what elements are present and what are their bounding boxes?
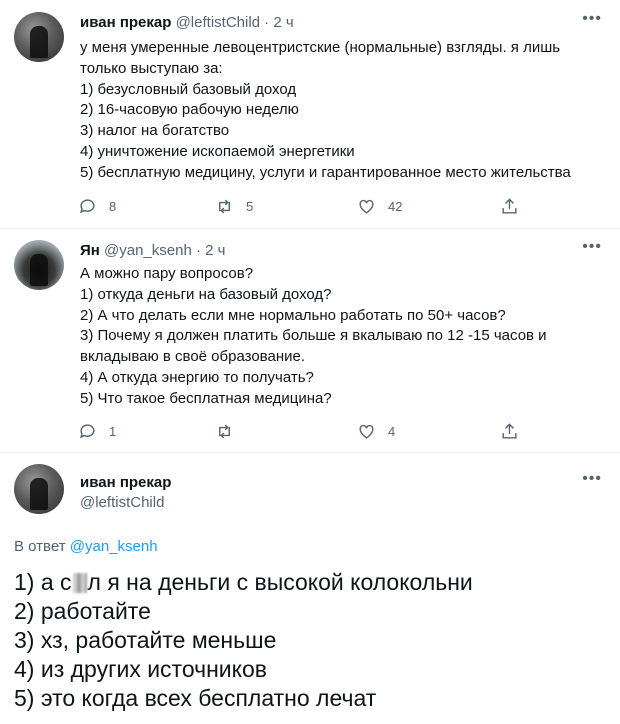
tweet-line: 4) из других источников (14, 656, 267, 682)
tweet-line: 4) уничтожение ископаемой энергетики (80, 142, 355, 160)
author-handle: @leftistChild (80, 494, 165, 511)
reply-count: 1 (109, 424, 117, 439)
tweet-2[interactable]: Ян @yan_ksenh · 2 ч ••• А можно пару воп… (0, 228, 620, 452)
reply-button[interactable]: 1 (78, 422, 116, 441)
tweet-line: 5) бесплатную медицину, услуги и гаранти… (80, 163, 571, 181)
reply-count: 8 (109, 199, 117, 214)
like-count: 42 (388, 199, 403, 214)
tweet-line: 2) 16-часовую рабочую неделю (80, 101, 299, 119)
tweet-line: 2) работайте (14, 598, 151, 624)
tweet-line: 1) а с л я на деньги с высокой колокольни (14, 568, 473, 597)
avatar[interactable] (14, 12, 64, 62)
more-horizontal-icon[interactable]: ••• (582, 238, 602, 256)
share-button[interactable] (500, 197, 531, 216)
like-button[interactable]: 42 (357, 197, 402, 216)
reply-prefix: В ответ (14, 538, 66, 555)
share-icon (502, 198, 517, 214)
tweet-actions: 1 4 (78, 422, 518, 444)
share-button[interactable] (500, 422, 531, 441)
line1-end: л я на деньги с высокой колокольни (87, 569, 473, 595)
author-name[interactable]: Ян (80, 242, 100, 259)
tweet-line: А можно пару вопросов? (80, 265, 254, 282)
tweet-line: 1) безусловный базовый доход (80, 80, 297, 98)
avatar[interactable] (14, 464, 64, 514)
heart-icon (359, 199, 374, 214)
tweet-3-expanded: иван прекар @leftistChild ••• В ответ @y… (0, 452, 620, 724)
line1-start: 1) а с (14, 569, 72, 595)
heart-icon (359, 424, 374, 439)
retweet-icon (219, 424, 230, 439)
reply-bubble-icon (80, 199, 95, 214)
timestamp[interactable]: 2 ч (273, 14, 293, 31)
tweet-header: Ян @yan_ksenh · 2 ч (80, 242, 225, 259)
reply-to-link[interactable]: @yan_ksenh (70, 538, 158, 555)
like-count: 4 (388, 424, 396, 439)
tweet-line: вкладываю в своё образование. (80, 348, 305, 366)
more-horizontal-icon[interactable]: ••• (582, 470, 602, 488)
author-handle[interactable]: @leftistChild (176, 14, 260, 31)
author-handle[interactable]: @yan_ksenh (104, 242, 192, 259)
tweet-line: 3) Почему я должен платить больше я вкал… (80, 327, 547, 345)
author-name[interactable]: иван прекар (80, 14, 171, 31)
tweet-line: 3) налог на богатство (80, 122, 230, 140)
like-button[interactable]: 4 (357, 422, 395, 441)
share-icon (502, 423, 517, 439)
separator-dot: · (264, 14, 270, 31)
more-horizontal-icon[interactable]: ••• (582, 10, 602, 28)
tweet-text: у меня умеренные левоцентристские (норма… (80, 38, 600, 184)
avatar[interactable] (14, 240, 64, 290)
retweet-button[interactable] (215, 422, 246, 441)
tweet-line: 5) это когда всех бесплатно лечат (14, 685, 377, 711)
tweet-line: у меня умеренные левоцентристские (норма… (80, 39, 561, 56)
censor-blur (72, 573, 87, 593)
retweet-icon (219, 199, 230, 214)
tweet-line: 4) А откуда энергию то получать? (80, 368, 314, 386)
retweet-count: 5 (246, 199, 254, 214)
tweet-line: 2) А что делать если мне нормально работ… (80, 306, 506, 324)
tweet-actions: 8 5 42 (78, 197, 518, 219)
tweet-line: 1) откуда деньги на базовый доход? (80, 285, 332, 303)
reply-bubble-icon (80, 424, 95, 439)
tweet-text: 1) а с л я на деньги с высокой колокольни… (14, 568, 473, 713)
timestamp[interactable]: 2 ч (205, 242, 225, 259)
tweet-line: 3) хз, работайте меньше (14, 627, 277, 653)
retweet-button[interactable]: 5 (215, 197, 253, 216)
tweet-header: иван прекар @leftistChild · 2 ч (80, 14, 294, 31)
tweet-text: А можно пару вопросов? 1) откуда деньги … (80, 264, 600, 410)
separator-dot: · (195, 242, 201, 259)
tweet-1[interactable]: иван прекар @leftistChild · 2 ч ••• у ме… (0, 0, 620, 228)
tweet-line: 5) Что такое бесплатная медицина? (80, 389, 332, 407)
reply-context: В ответ @yan_ksenh (14, 538, 158, 555)
author-name: иван прекар (80, 474, 172, 491)
tweet-line: только выступаю за: (80, 59, 223, 77)
reply-button[interactable]: 8 (78, 197, 116, 216)
